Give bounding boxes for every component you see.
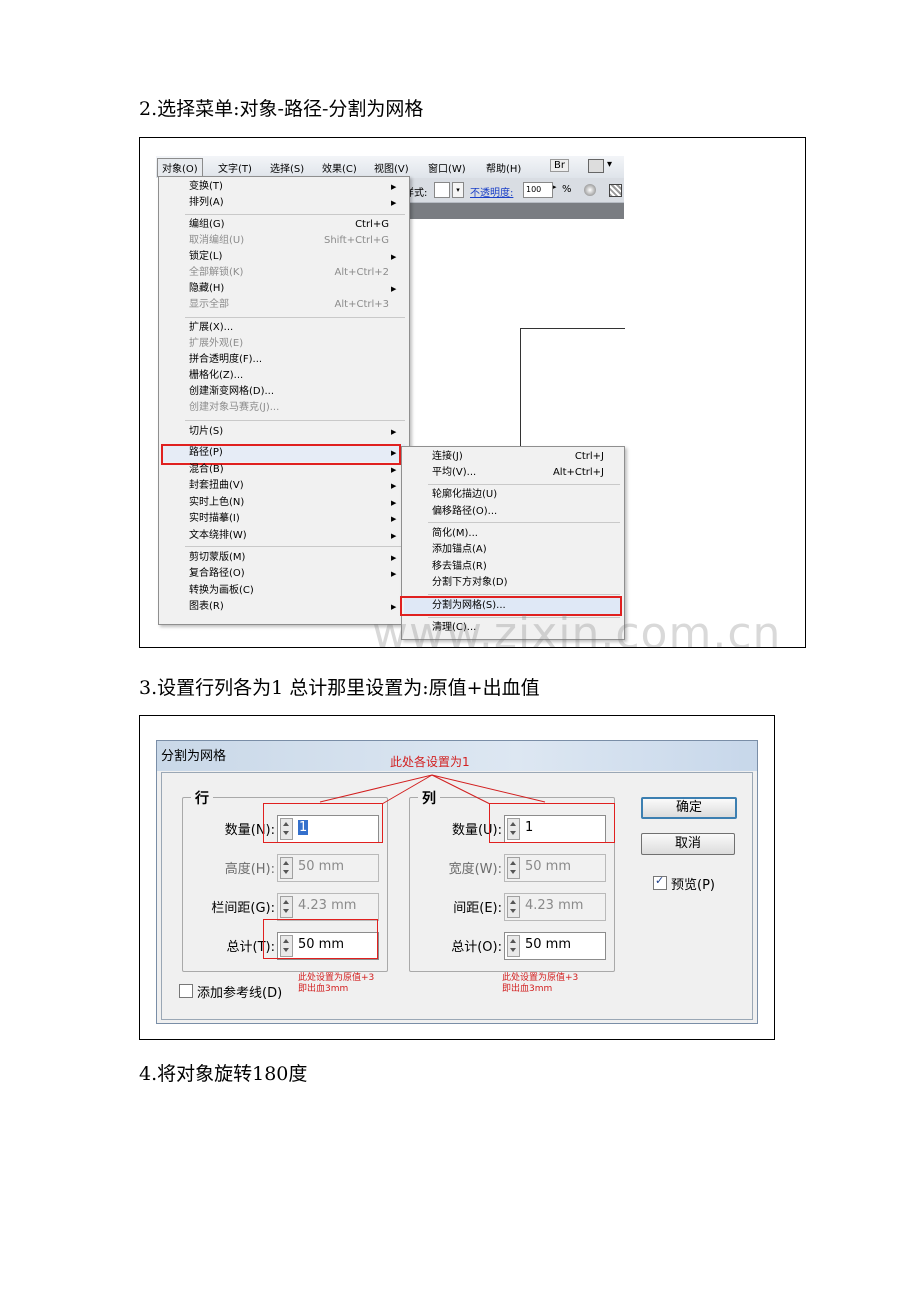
menu-shortcut: Alt+Ctrl+3: [334, 299, 389, 310]
object-menu: 变换(T) ▶ 排列(A) ▶ 编组(G) Ctrl+G 取消编组(U) Shift+C…: [158, 176, 410, 625]
menu-separator: [428, 594, 620, 595]
menu-item-add-anchor-points[interactable]: 添加锚点(A): [432, 542, 487, 558]
menu-screenshot: 对象(O) 文字(T) 选择(S) 效果(C) 视图(V) 窗口(W) 帮助(H…: [139, 137, 806, 648]
menu-item-offset-path[interactable]: 偏移路径(O)...: [432, 504, 497, 520]
menu-item-text-wrap[interactable]: 文本绕排(W): [189, 528, 247, 544]
menu-item-envelope-distort[interactable]: 封套扭曲(V): [189, 478, 244, 494]
menu-item-group[interactable]: 编组(G): [189, 217, 225, 233]
menubar: 对象(O) 文字(T) 选择(S) 效果(C) 视图(V) 窗口(W) 帮助(H…: [156, 156, 624, 178]
rows-note: 此处设置为原值+3 即出血3mm: [298, 973, 374, 995]
menu-separator: [428, 522, 620, 523]
submenu-arrow-icon: ▶: [391, 532, 397, 540]
opacity-link[interactable]: 不透明度:: [470, 184, 513, 199]
submenu-arrow-icon: ▶: [391, 183, 397, 191]
menu-separator: [428, 484, 620, 485]
menu-item-object-mosaic[interactable]: 创建对象马赛克(J)...: [189, 400, 279, 416]
menu-item-remove-anchor-points[interactable]: 移去锚点(R): [432, 559, 487, 575]
submenu-arrow-icon: ▶: [391, 285, 397, 293]
align-icon[interactable]: [609, 184, 622, 197]
menu-item-arrange[interactable]: 排列(A): [189, 195, 224, 211]
menu-shortcut: Shift+Ctrl+G: [323, 235, 389, 246]
menu-item-expand[interactable]: 扩展(X)...: [189, 320, 233, 336]
opacity-percent: %: [562, 184, 572, 195]
columns-note-line-1: 此处设置为原值+3: [502, 973, 579, 983]
chevron-down-icon[interactable]: ▾: [607, 159, 612, 170]
rows-total-highlight-box: [263, 919, 378, 959]
menu-item-join[interactable]: 连接(J): [432, 449, 463, 465]
annotation-lines: [319, 774, 546, 805]
artboard: [520, 328, 625, 449]
menu-item-rasterize[interactable]: 栅格化(Z)...: [189, 368, 243, 384]
menu-item-average[interactable]: 平均(V)...: [432, 465, 476, 481]
style-dropdown-icon[interactable]: ▾: [452, 182, 464, 198]
menu-item-ungroup[interactable]: 取消编组(U): [189, 233, 244, 249]
submenu-arrow-icon: ▶: [391, 482, 397, 490]
menu-separator: [185, 317, 405, 318]
menubar-type[interactable]: 文字(T): [218, 160, 252, 175]
submenu-arrow-icon: ▶: [391, 199, 397, 207]
columns-note-line-2: 即出血3mm: [502, 984, 553, 994]
menu-item-convert-to-artboard[interactable]: 转换为画板(C): [189, 583, 254, 599]
watermark: www.zixin.com.cn: [372, 608, 782, 648]
opacity-input[interactable]: 100: [523, 182, 553, 198]
rows-note-line-2: 即出血3mm: [298, 984, 349, 994]
submenu-arrow-icon: ▶: [391, 428, 397, 436]
style-swatch[interactable]: [434, 182, 450, 198]
menu-item-flatten-transparency[interactable]: 拼合透明度(F)...: [189, 352, 262, 368]
rows-count-highlight-box: [263, 803, 383, 843]
submenu-arrow-icon: ▶: [391, 554, 397, 562]
menu-item-live-paint[interactable]: 实时上色(N): [189, 495, 244, 511]
menu-item-clipping-mask[interactable]: 剪切蒙版(M): [189, 550, 245, 566]
submenu-arrow-icon: ▶: [391, 499, 397, 507]
dialog-screenshot: 分割为网格 行 数量(N): 1 高度(H): 50 mm 栏间距(G): 4.…: [139, 715, 775, 1040]
submenu-arrow-icon: ▶: [391, 515, 397, 523]
menu-item-slice[interactable]: 切片(S): [189, 424, 223, 440]
arrange-documents-icon[interactable]: [588, 159, 604, 173]
menu-item-divide-objects-below[interactable]: 分割下方对象(D): [432, 575, 508, 591]
menu-item-show-all[interactable]: 显示全部: [189, 297, 229, 313]
menu-separator: [185, 214, 405, 215]
menu-item-graph[interactable]: 图表(R): [189, 599, 224, 615]
columns-note: 此处设置为原值+3 即出血3mm: [502, 973, 578, 995]
menu-item-blend[interactable]: 混合(B): [189, 462, 224, 478]
menu-item-lock[interactable]: 锁定(L): [189, 249, 222, 265]
rows-note-line-1: 此处设置为原值+3: [298, 973, 375, 983]
menu-item-unlock-all[interactable]: 全部解锁(K): [189, 265, 243, 281]
menu-shortcut: Ctrl+J: [574, 451, 604, 462]
step-3-heading: 3.设置行列各为1 总计那里设置为:原值+出血值: [139, 677, 540, 699]
bridge-button[interactable]: Br: [550, 159, 569, 172]
menu-separator: [185, 420, 405, 421]
menubar-help[interactable]: 帮助(H): [486, 160, 521, 175]
menu-shortcut: Alt+Ctrl+2: [334, 267, 389, 278]
menubar-select[interactable]: 选择(S): [270, 160, 304, 175]
menu-separator: [185, 546, 405, 547]
submenu-arrow-icon: ▶: [391, 466, 397, 474]
menu-shortcut: Alt+Ctrl+J: [552, 467, 604, 478]
step-2-heading: 2.选择菜单:对象-路径-分割为网格: [139, 98, 424, 120]
menu-item-expand-appearance[interactable]: 扩展外观(E): [189, 336, 243, 352]
submenu-arrow-icon: ▶: [391, 253, 397, 261]
submenu-arrow-icon: ▶: [391, 570, 397, 578]
recolor-icon[interactable]: [584, 184, 596, 196]
menubar-object[interactable]: 对象(O): [157, 158, 203, 177]
menu-item-outline-stroke[interactable]: 轮廓化描边(U): [432, 487, 497, 503]
step-4-heading: 4.将对象旋转180度: [139, 1063, 308, 1085]
menu-shortcut: Ctrl+G: [355, 219, 389, 230]
menu-item-simplify[interactable]: 简化(M)...: [432, 526, 478, 542]
menu-item-gradient-mesh[interactable]: 创建渐变网格(D)...: [189, 384, 274, 400]
menubar-effect[interactable]: 效果(C): [322, 160, 357, 175]
menu-item-hide[interactable]: 隐藏(H): [189, 281, 224, 297]
control-panel: 样式: ▾ 不透明度: 100 ▸ %: [404, 178, 624, 203]
menubar-window[interactable]: 窗口(W): [428, 160, 466, 175]
opacity-arrow-icon[interactable]: ▸: [553, 183, 557, 191]
menu-item-transform[interactable]: 变换(T): [189, 179, 223, 195]
columns-count-highlight-box: [489, 803, 615, 843]
menubar-view[interactable]: 视图(V): [374, 160, 409, 175]
menu-item-live-trace[interactable]: 实时描摹(I): [189, 511, 240, 527]
document-tab-bar: [404, 203, 624, 219]
menu-item-compound-path[interactable]: 复合路径(O): [189, 566, 245, 582]
